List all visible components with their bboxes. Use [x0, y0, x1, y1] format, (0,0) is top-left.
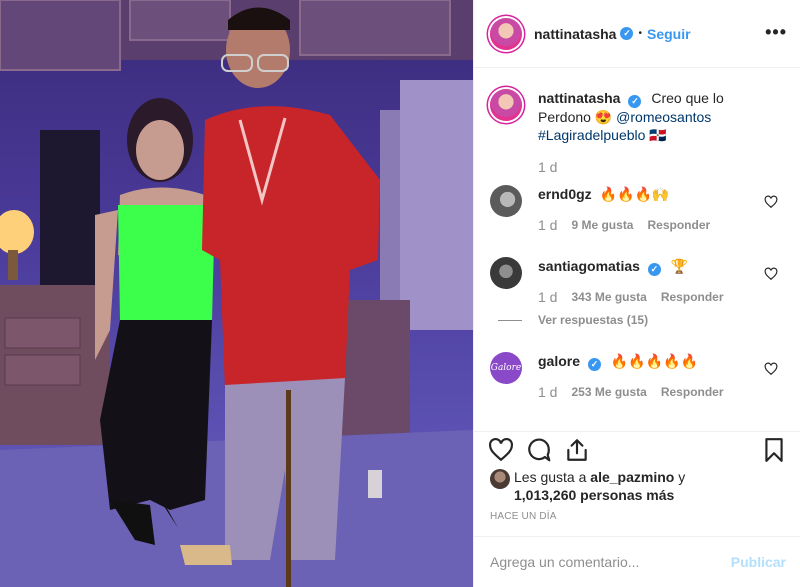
caption-age[interactable]: 1 d	[538, 159, 557, 175]
comment-meta: 1 d 9 Me gusta Responder	[538, 217, 710, 233]
comment-body: santiagomatias ✓ 🏆	[538, 257, 768, 276]
comment-likes[interactable]: 9 Me gusta	[571, 218, 633, 232]
caption-avatar[interactable]	[490, 89, 522, 121]
reply-button[interactable]: Responder	[661, 385, 724, 399]
comment-body: ernd0gz 🔥🔥🔥🙌	[538, 185, 768, 203]
comment-age[interactable]: 1 d	[538, 384, 557, 400]
commenter-avatar[interactable]	[490, 185, 522, 217]
share-icon[interactable]	[564, 437, 590, 463]
post-time-ago[interactable]: HACE UN DÍA	[490, 511, 557, 522]
bookmark-icon[interactable]	[761, 437, 787, 463]
verified-badge-icon: ✓	[588, 358, 602, 371]
comment-item: santiagomatias ✓ 🏆 1 d 343 Me gusta Respo…	[490, 257, 790, 337]
comment-composer: Publicar	[474, 536, 800, 587]
comment-item: Galore galore ✓ 🔥🔥🔥🔥🔥 1 d 253 Me gusta Re…	[490, 352, 790, 412]
view-replies-button[interactable]: Ver respuestas (15)	[498, 313, 648, 327]
comment-likes[interactable]: 253 Me gusta	[571, 385, 646, 399]
comment-text: 🔥🔥🔥🙌	[599, 186, 670, 202]
author-avatar[interactable]	[490, 17, 522, 50]
comment-icon[interactable]	[526, 437, 552, 463]
caption-mention[interactable]: @romeosantos	[616, 109, 711, 125]
comment-like-heart-icon[interactable]	[764, 362, 778, 376]
comment-item: ernd0gz 🔥🔥🔥🙌 1 d 9 Me gusta Responder	[490, 185, 790, 245]
action-bar	[474, 431, 800, 467]
comments-list: nattinatasha ✓ Creo que lo Perdono 😍 @rom…	[474, 69, 800, 431]
reply-button[interactable]: Responder	[661, 290, 724, 304]
heart-icon[interactable]	[488, 437, 514, 463]
reply-button[interactable]: Responder	[647, 218, 710, 232]
comment-text: 🔥🔥🔥🔥🔥	[610, 353, 699, 369]
comment-likes[interactable]: 343 Me gusta	[571, 290, 646, 304]
comment-input[interactable]	[490, 552, 710, 572]
comment-body: galore ✓ 🔥🔥🔥🔥🔥	[538, 352, 768, 371]
likes-prefix: Les gusta a	[514, 469, 591, 485]
commenter-avatar[interactable]: Galore	[490, 352, 522, 384]
comment-age[interactable]: 1 d	[538, 217, 557, 233]
follow-button[interactable]: Seguir	[647, 26, 691, 42]
view-replies-label[interactable]: Ver respuestas (15)	[538, 313, 648, 327]
commenter-username[interactable]: galore	[538, 353, 580, 369]
post-photo[interactable]	[0, 0, 473, 587]
commenter-username[interactable]: santiagomatias	[538, 258, 640, 274]
commenter-avatar[interactable]	[490, 257, 522, 289]
instagram-post: nattinatasha ✓ • Seguir ••• nattinatasha…	[0, 0, 800, 587]
replies-divider	[498, 319, 522, 321]
author-info: nattinatasha ✓ • Seguir	[534, 26, 691, 42]
verified-badge-icon: ✓	[620, 27, 634, 40]
commenter-username[interactable]: ernd0gz	[538, 186, 592, 202]
post-photo-illustration	[0, 0, 473, 587]
caption-item: nattinatasha ✓ Creo que lo Perdono 😍 @rom…	[490, 89, 790, 189]
caption-hashtag[interactable]: #Lagiradelpueblo	[538, 127, 645, 143]
post-header: nattinatasha ✓ • Seguir •••	[474, 0, 800, 68]
likes-conjunction: y	[674, 469, 686, 485]
verified-badge-icon: ✓	[647, 263, 661, 276]
comment-like-heart-icon[interactable]	[764, 195, 778, 209]
likes-text: Les gusta a ale_pazmino y 1,013,260 pers…	[514, 468, 685, 504]
separator-dot: •	[638, 28, 642, 39]
comment-text: 🏆	[670, 258, 689, 274]
more-options-icon[interactable]: •••	[765, 22, 787, 42]
caption-meta: 1 d	[538, 159, 571, 175]
author-username[interactable]: nattinatasha	[534, 26, 616, 42]
comment-meta: 1 d 343 Me gusta Responder	[538, 289, 724, 305]
likes-others[interactable]: 1,013,260 personas más	[514, 487, 674, 503]
comment-like-heart-icon[interactable]	[764, 267, 778, 281]
caption-flag: 🇩🇴	[649, 127, 667, 143]
liker-username[interactable]: ale_pazmino	[590, 469, 674, 485]
caption-username[interactable]: nattinatasha	[538, 90, 620, 106]
liker-avatar[interactable]	[490, 469, 510, 489]
verified-badge-icon: ✓	[628, 95, 642, 108]
caption-body: nattinatasha ✓ Creo que lo Perdono 😍 @rom…	[538, 89, 768, 144]
publish-button[interactable]: Publicar	[731, 554, 786, 570]
post-side-panel: nattinatasha ✓ • Seguir ••• nattinatasha…	[473, 0, 800, 587]
comment-meta: 1 d 253 Me gusta Responder	[538, 384, 724, 400]
comment-age[interactable]: 1 d	[538, 289, 557, 305]
